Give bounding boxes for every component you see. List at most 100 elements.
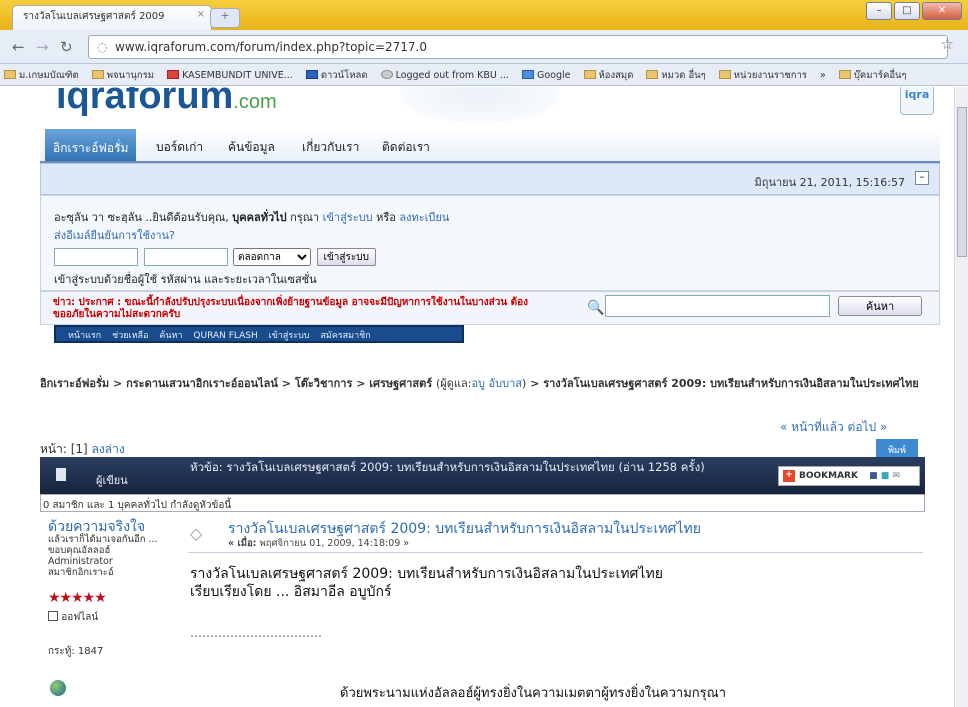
author-column-label: ผู้เขียน xyxy=(96,474,128,487)
twitter-icon: ■ xyxy=(880,471,890,481)
quicklink-search[interactable]: ค้นหา xyxy=(159,331,182,341)
breadcrumb-item[interactable]: โต๊ะวิชาการ xyxy=(295,377,353,390)
header-decoration xyxy=(400,87,560,123)
moderator-link[interactable]: อบู อับบาส xyxy=(471,377,522,390)
bookmark-item[interactable]: บุ๊คมาร์คอื่นๆ xyxy=(838,68,913,83)
menu-item-old-board[interactable]: บอร์ดเก่า xyxy=(156,138,203,157)
welcome-text: อะซุลัน วา ซะฮฺลัน ..ยินดีต้อนรับคุณ, บุ… xyxy=(54,211,450,242)
site-icon xyxy=(167,70,180,79)
menu-item-search[interactable]: ค้นข้อมูล xyxy=(228,138,275,157)
date-bar: มิถุนายน 21, 2011, 15:16:57 – xyxy=(40,163,940,195)
bookmarks-bar: ม.เกษมบัณฑิต พจนานุกรม KASEMBUNDIT UNIVE… xyxy=(0,64,968,86)
quicklink-quran-flash[interactable]: QURAN FLASH xyxy=(193,331,257,341)
folder-icon xyxy=(718,70,731,79)
bookmark-icon: + xyxy=(783,470,795,482)
post-count: กระทู้: 1847 xyxy=(48,646,104,657)
login-box: อะซุลัน วา ซะฮฺลัน ..ยินดีต้อนรับคุณ, บุ… xyxy=(40,195,940,291)
post-body-separator: …………………………… xyxy=(190,626,322,640)
new-tab-button[interactable]: + xyxy=(210,8,240,28)
bookmark-item[interactable]: พจนานุกรม xyxy=(91,68,160,83)
page-icon: ◌ xyxy=(97,40,108,54)
folder-icon xyxy=(4,70,16,79)
viewers-line: 0 สมาชิก และ 1 บุคคลทั่วไป กำลังดูหัวข้อ… xyxy=(40,494,925,512)
print-button[interactable]: พิมพ์ xyxy=(876,439,918,457)
globe-icon xyxy=(380,70,393,79)
tab-close-icon[interactable]: × xyxy=(197,9,205,20)
facebook-icon: ■ xyxy=(869,471,878,481)
folder-icon xyxy=(646,70,659,79)
web-page: iqraforum.com iqra อิกเราะอ์ฟอรั่ม บอร์ด… xyxy=(0,87,954,707)
menu-item-home[interactable]: อิกเราะอ์ฟอรั่ม xyxy=(45,129,137,161)
email-icon: ✉ xyxy=(892,471,900,481)
bookmarks-overflow[interactable]: » xyxy=(820,70,832,81)
poster-info: แล้วเราก็ได้มาเจอกันอีก ... ขอบคุณอัลลอฮ… xyxy=(48,534,158,578)
browser-navbar: ← → ↻ ◌ www.iqraforum.com/forum/index.ph… xyxy=(0,30,968,64)
quick-links-bar: หน้าแรก ช่วยเหลือ ค้นหา QURAN FLASH เข้า… xyxy=(54,325,464,343)
reload-icon[interactable]: ↻ xyxy=(60,38,73,56)
folder-icon xyxy=(583,70,596,79)
register-link[interactable]: ลงทะเบียน xyxy=(399,211,449,224)
session-duration-select[interactable]: ตลอดกาล xyxy=(233,248,311,266)
post-icon: ◇ xyxy=(190,524,203,543)
password-input[interactable] xyxy=(143,248,228,266)
collapse-button[interactable]: – xyxy=(915,171,929,185)
quicklink-register[interactable]: สมัครสมาชิก xyxy=(320,331,370,341)
browser-tab[interactable]: รางวัลโนเบลเศรษฐศาสตร์ 2009 × xyxy=(12,5,212,30)
forward-icon[interactable]: → xyxy=(36,38,49,56)
quicklink-home[interactable]: หน้าแรก xyxy=(68,331,101,341)
menu-item-about[interactable]: เกี่ยวกับเรา xyxy=(302,138,359,157)
site-header: iqraforum.com iqra xyxy=(40,87,940,127)
guest-label: บุคคลทั่วไป xyxy=(232,211,287,224)
scrollbar-thumb[interactable] xyxy=(957,107,967,257)
login-form: ตลอดกาล เข้าสู่ระบบ xyxy=(54,248,939,266)
bookmark-item[interactable]: KASEMBUNDIT UNIVE... xyxy=(167,70,299,81)
activation-link[interactable]: ส่งอีเมล์ยืนยันการใช้งาน? xyxy=(54,229,175,242)
quicklink-help[interactable]: ช่วยเหลือ xyxy=(112,331,148,341)
breadcrumb-item[interactable]: อิกเราะอ์ฟอรั่ม xyxy=(40,377,109,390)
go-bottom-link[interactable]: ลงล่าง xyxy=(92,442,125,456)
current-datetime: มิถุนายน 21, 2011, 15:16:57 xyxy=(754,176,905,189)
login-link[interactable]: เข้าสู่ระบบ xyxy=(323,211,373,224)
breadcrumb: อิกเราะอ์ฟอรั่ม > กระดานเสวนาอิกเราะอ์ออ… xyxy=(40,377,919,390)
breadcrumb-current: รางวัลโนเบลเศรษฐศาสตร์ 2009: บทเรียนสำหร… xyxy=(543,377,919,390)
bookmark-star-icon[interactable]: ☆ xyxy=(941,35,954,53)
bookmark-item[interactable]: หมวด อื่นๆ xyxy=(646,68,711,83)
bookmark-item[interactable]: ม.เกษมบัณฑิต xyxy=(4,68,85,83)
post-body-author: เรียบเรียงโดย ... อิสมาอีล อบูบักร์ xyxy=(190,584,392,600)
site-logo[interactable]: iqraforum.com xyxy=(56,87,277,118)
main-menu: อิกเราะอ์ฟอรั่ม บอร์ดเก่า ค้นข้อมูล เกี่… xyxy=(40,129,940,163)
minimize-button[interactable]: – xyxy=(866,2,892,20)
search-icon: 🔍 xyxy=(587,300,605,316)
bookmark-item[interactable]: Logged out from KBU ... xyxy=(380,70,515,81)
url-text: www.iqraforum.com/forum/index.php?topic=… xyxy=(115,40,428,54)
bookmark-item[interactable]: หน่วยงานราชการ xyxy=(718,68,813,83)
bookmark-item[interactable]: ห้องสมุด xyxy=(583,68,640,83)
folder-icon xyxy=(91,70,104,79)
site-badge: iqra xyxy=(900,87,934,115)
rank-stars: ★★★★★ xyxy=(48,590,107,606)
browser-titlebar: รางวัลโนเบลเศรษฐศาสตร์ 2009 × + – □ ✕ xyxy=(0,0,968,30)
post-body-text: ด้วยพระนามแห่งอัลลอฮ์ผู้ทรงยิ่งในความเมต… xyxy=(340,686,727,701)
search-input[interactable] xyxy=(605,295,830,317)
back-icon[interactable]: ← xyxy=(12,38,25,56)
breadcrumb-item[interactable]: กระดานเสวนาอิกเราะอ์ออนไลน์ xyxy=(126,377,278,390)
close-window-button[interactable]: ✕ xyxy=(922,2,962,20)
search-button[interactable]: ค้นหา xyxy=(838,296,922,316)
bookmark-item[interactable]: Google xyxy=(521,70,577,81)
prev-next-links[interactable]: « หน้าที่แล้ว ต่อไป » xyxy=(780,418,887,437)
breadcrumb-item[interactable]: เศรษฐศาสตร์ xyxy=(369,377,432,390)
post-divider xyxy=(188,552,923,553)
post-date: « เมื่อ: พฤศจิกายน 01, 2009, 14:18:09 » xyxy=(228,538,410,549)
maximize-button[interactable]: □ xyxy=(894,2,920,20)
page-scrollbar[interactable] xyxy=(954,87,968,707)
website-globe-icon[interactable] xyxy=(50,680,66,696)
bookmark-share-button[interactable]: + BOOKMARK ■ ■ ✉ xyxy=(778,466,920,486)
quicklink-login[interactable]: เข้าสู่ระบบ xyxy=(269,331,310,341)
login-button[interactable]: เข้าสู่ระบบ xyxy=(316,248,376,266)
thread-header: ผู้เขียน หัวข้อ: รางวัลโนเบลเศรษฐศาสตร์ … xyxy=(40,457,925,494)
bookmark-item[interactable]: ดาวน์โหลด xyxy=(305,68,374,83)
menu-item-contact[interactable]: ติดต่อเรา xyxy=(382,138,430,157)
status-icon xyxy=(48,611,58,621)
address-bar[interactable]: ◌ www.iqraforum.com/forum/index.php?topi… xyxy=(88,35,948,59)
username-input[interactable] xyxy=(54,248,138,266)
